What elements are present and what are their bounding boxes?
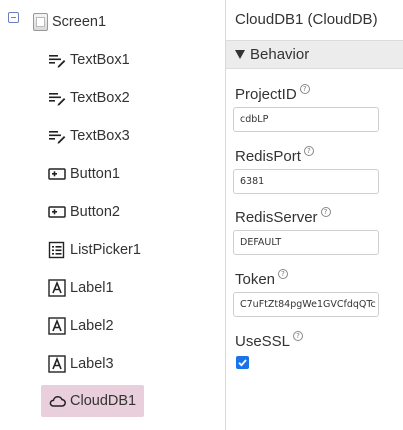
tree-item-button2[interactable]: Button2 [48,197,120,227]
tree-item-label: Label2 [70,318,114,334]
tree-item-label: ListPicker1 [70,242,141,258]
help-icon[interactable]: ? [303,146,314,156]
tree-item-label: Screen1 [52,14,107,30]
tree-item-button1[interactable]: Button1 [48,159,120,189]
textbox-icon [49,55,66,68]
tree-item-label2[interactable]: Label2 [48,311,114,341]
property-usessl-label: UseSSL? [235,331,304,350]
tree-item-label: Button2 [70,204,120,220]
label-icon [48,317,66,335]
checkmark-icon [238,359,247,367]
redisserver-field[interactable]: DEFAULT [233,230,379,255]
section-label: Behavior [250,46,310,63]
textbox-icon [49,93,66,106]
collapse-triangle-icon [235,50,245,59]
tree-item-label: Button1 [70,166,120,182]
property-name: RedisPort [235,148,301,165]
tree-item-label: TextBox3 [70,128,130,144]
label-icon [48,279,66,297]
property-projectid-label: ProjectID? [235,84,310,103]
tree-item-label: TextBox1 [70,52,130,68]
help-icon[interactable]: ? [293,331,304,341]
tree-item-label: Label3 [70,356,114,372]
button-icon [48,206,66,218]
tree-item-textbox1[interactable]: TextBox1 [48,45,130,75]
label-icon [48,355,66,373]
projectid-field[interactable]: cdbLP [233,107,379,132]
tree-item-label: Label1 [70,280,114,296]
tree-item-label: TextBox2 [70,90,130,106]
behavior-section-header[interactable]: Behavior [226,40,403,69]
textbox-icon [49,131,66,144]
tree-item-listpicker1[interactable]: ListPicker1 [48,235,141,265]
redisport-field[interactable]: 6381 [233,169,379,194]
help-icon[interactable]: ? [320,207,331,217]
tree-item-textbox2[interactable]: TextBox2 [48,83,130,113]
tree-item-clouddb1[interactable]: CloudDB1 [41,385,144,417]
tree-item-textbox3[interactable]: TextBox3 [48,121,130,151]
help-icon[interactable]: ? [278,269,289,279]
tree-item-label3[interactable]: Label3 [48,349,114,379]
property-token-label: Token? [235,269,289,288]
components-tree: Screen1 TextBox1 TextBox2 TextBox3 Butto… [0,0,225,430]
property-name: Token [235,271,276,288]
property-name: UseSSL [235,333,291,350]
properties-panel: CloudDB1 (CloudDB) Behavior ProjectID? c… [226,0,403,430]
collapse-toggle[interactable] [8,12,19,23]
property-name: RedisServer [235,209,318,226]
property-name: ProjectID [235,86,297,103]
usessl-checkbox[interactable] [236,356,249,369]
tree-item-label1[interactable]: Label1 [48,273,114,303]
cloud-icon [49,396,66,407]
property-redisport-label: RedisPort? [235,146,314,165]
listpicker-icon [48,241,65,259]
tree-item-screen1[interactable]: Screen1 [33,7,106,37]
screen-icon [33,13,48,31]
button-icon [48,168,66,180]
properties-title: CloudDB1 (CloudDB) [235,11,378,28]
tree-item-label: CloudDB1 [70,393,137,409]
token-field[interactable]: C7uFtZt84pgWe1GVCfdqQTc [233,292,379,317]
help-icon[interactable]: ? [299,84,310,94]
property-redisserver-label: RedisServer? [235,207,331,226]
